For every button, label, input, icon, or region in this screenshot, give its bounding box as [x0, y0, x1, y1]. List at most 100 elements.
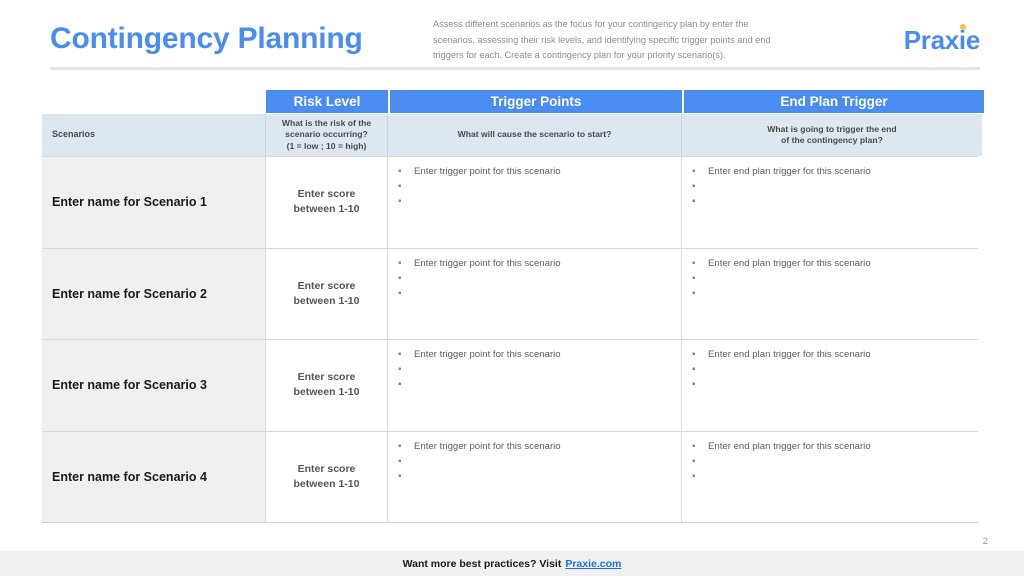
table-row: Enter name for Scenario 3 Enter score betw…	[42, 340, 982, 432]
bullet-item[interactable]: ▪ Enter end plan trigger for this scenari…	[692, 165, 976, 180]
bullet-item[interactable]: ▪	[692, 195, 976, 210]
column-header-end-plan-trigger: End Plan Trigger	[684, 90, 984, 113]
bullet-item[interactable]: ▪	[398, 287, 675, 302]
bullet-item[interactable]: ▪	[398, 272, 675, 287]
bullet-point-icon: ▪	[398, 440, 402, 452]
bullet-text: Enter end plan trigger for this scenario	[708, 349, 871, 360]
scenario-name-cell[interactable]: Enter name for Scenario 1	[42, 157, 266, 248]
footer-praxie-link[interactable]: Praxie.com	[565, 558, 621, 570]
header-description: Assess different scenarios as the focus …	[433, 19, 771, 60]
bullet-point-icon: ▪	[398, 166, 402, 177]
risk-score-line-1: Enter score	[297, 371, 356, 384]
end-plan-trigger-cell[interactable]: ▪ Enter end plan trigger for this scenari…	[682, 431, 982, 522]
bullet-item[interactable]: ▪	[398, 378, 675, 393]
risk-score-line-1: Enter score	[297, 188, 356, 201]
risk-score-line-1: Enter score	[297, 279, 356, 292]
slide-canvas: Contingency Planning Assess different sc…	[0, 0, 1024, 576]
risk-question-line-3: (1 = low ; 10 = high)	[286, 140, 367, 151]
scenario-name-cell[interactable]: Enter name for Scenario 4	[42, 431, 266, 522]
trigger-points-cell[interactable]: ▪ Enter trigger point for this scenario ▪ ▪	[388, 248, 682, 339]
bullet-point-icon: ▪	[692, 440, 696, 452]
table-row: Enter name for Scenario 2 Enter score betw…	[42, 248, 982, 340]
bullet-text: Enter trigger point for this scenario	[414, 440, 561, 452]
bullet-point-icon: ▪	[692, 196, 696, 207]
trigger-points-cell[interactable]: ▪ Enter trigger point for this scenario ▪ ▪	[388, 340, 682, 431]
risk-question-line-2: scenario occurring?	[285, 129, 368, 140]
bullet-text: Enter trigger point for this scenario	[414, 257, 561, 269]
table-body: Enter name for Scenario 1 Enter score betw…	[42, 157, 982, 523]
bullet-item[interactable]: ▪ Enter trigger point for this scenario	[398, 440, 675, 455]
bullet-text: Enter end plan trigger for this scenario	[708, 257, 871, 269]
bullet-item[interactable]: ▪	[398, 363, 675, 378]
risk-score-line-2: between 1-10	[293, 477, 360, 490]
bullet-text: Enter trigger point for this scenario	[414, 349, 561, 360]
bullet-item[interactable]: ▪	[692, 378, 976, 393]
trigger-points-cell[interactable]: ▪ Enter trigger point for this scenario ▪ ▪	[388, 431, 682, 522]
bullet-point-icon: ▪	[692, 272, 696, 284]
table-row: Enter name for Scenario 1 Enter score betw…	[42, 157, 982, 249]
bullet-item[interactable]: ▪	[398, 455, 675, 470]
bullet-item[interactable]: ▪ Enter trigger point for this scenario	[398, 165, 675, 180]
end-question-line-2: of the contingency plan?	[781, 135, 883, 145]
bullet-item[interactable]: ▪	[692, 470, 976, 485]
bullet-point-icon: ▪	[398, 364, 402, 375]
bullet-point-icon: ▪	[692, 364, 696, 375]
sub-header-trigger-question: What will cause the scenario to start?	[388, 114, 682, 156]
page-title: Contingency Planning	[50, 22, 363, 55]
logo-prefix: Prax	[903, 25, 959, 55]
title-divider	[50, 67, 980, 70]
bullet-item[interactable]: ▪	[398, 180, 675, 195]
bullet-point-icon: ▪	[692, 166, 696, 177]
table-band-header-row: Risk Level Trigger Points End Plan Trigg…	[42, 90, 984, 113]
risk-question-line-1: What is the risk of the	[281, 117, 372, 128]
band-spacer	[42, 90, 266, 113]
end-plan-trigger-cell[interactable]: ▪ Enter end plan trigger for this scenari…	[682, 157, 982, 248]
bullet-item[interactable]: ▪	[398, 470, 675, 485]
bullet-item[interactable]: ▪	[692, 455, 976, 470]
end-question-line-1: What is going to trigger the end	[767, 123, 897, 134]
bullet-item[interactable]: ▪ Enter trigger point for this scenario	[398, 257, 675, 272]
bullet-point-icon: ▪	[398, 181, 402, 192]
bullet-text: Enter end plan trigger for this scenario	[708, 440, 871, 452]
slide-header: Contingency Planning Assess different sc…	[0, 0, 1024, 80]
trigger-points-cell[interactable]: ▪ Enter trigger point for this scenario ▪ ▪	[388, 157, 682, 248]
risk-score-cell[interactable]: Enter score between 1-10	[266, 248, 388, 339]
bullet-item[interactable]: ▪	[692, 180, 976, 195]
bullet-point-icon: ▪	[692, 379, 696, 390]
footer-text: Want more best practices? Visit	[402, 557, 562, 570]
bullet-point-icon: ▪	[398, 257, 402, 269]
bullet-item[interactable]: ▪ Enter end plan trigger for this scenari…	[692, 257, 976, 272]
risk-score-line-2: between 1-10	[293, 203, 360, 216]
bullet-item[interactable]: ▪	[692, 287, 976, 302]
footer-bar: Want more best practices? Visit Praxie.co…	[0, 551, 1024, 576]
risk-score-cell[interactable]: Enter score between 1-10	[266, 431, 388, 522]
bullet-point-icon: ▪	[692, 455, 696, 467]
risk-score-cell[interactable]: Enter score between 1-10	[266, 340, 388, 431]
scenario-name-cell[interactable]: Enter name for Scenario 2	[42, 248, 266, 339]
bullet-item[interactable]: ▪	[398, 195, 675, 210]
bullet-item[interactable]: ▪	[692, 272, 976, 287]
bullet-point-icon: ▪	[692, 349, 696, 360]
scenario-name-cell[interactable]: Enter name for Scenario 3	[42, 340, 266, 431]
end-plan-trigger-cell[interactable]: ▪ Enter end plan trigger for this scenari…	[682, 340, 982, 431]
bullet-point-icon: ▪	[692, 470, 696, 482]
bullet-point-icon: ▪	[398, 379, 402, 390]
bullet-item[interactable]: ▪ Enter end plan trigger for this scenari…	[692, 348, 976, 363]
bullet-point-icon: ▪	[398, 470, 402, 482]
risk-score-cell[interactable]: Enter score between 1-10	[266, 157, 388, 248]
end-plan-trigger-cell[interactable]: ▪ Enter end plan trigger for this scenari…	[682, 248, 982, 339]
bullet-item[interactable]: ▪ Enter end plan trigger for this scenari…	[692, 440, 976, 455]
bullet-point-icon: ▪	[692, 287, 696, 299]
bullet-item[interactable]: ▪	[692, 363, 976, 378]
bullet-item[interactable]: ▪ Enter trigger point for this scenario	[398, 348, 675, 363]
praxie-logo: Praxie	[903, 24, 980, 56]
sub-header-scenarios: Scenarios	[42, 114, 266, 156]
bullet-text: Enter trigger point for this scenario	[414, 166, 561, 177]
risk-score-line-2: between 1-10	[293, 294, 360, 307]
table-sub-header-row: Scenarios What is the risk of the scenar…	[42, 114, 982, 157]
bullet-point-icon: ▪	[398, 455, 402, 467]
page-number: 2	[982, 536, 988, 547]
bullet-point-icon: ▪	[398, 196, 402, 207]
bullet-point-icon: ▪	[692, 181, 696, 192]
column-header-risk-level: Risk Level	[266, 90, 388, 113]
